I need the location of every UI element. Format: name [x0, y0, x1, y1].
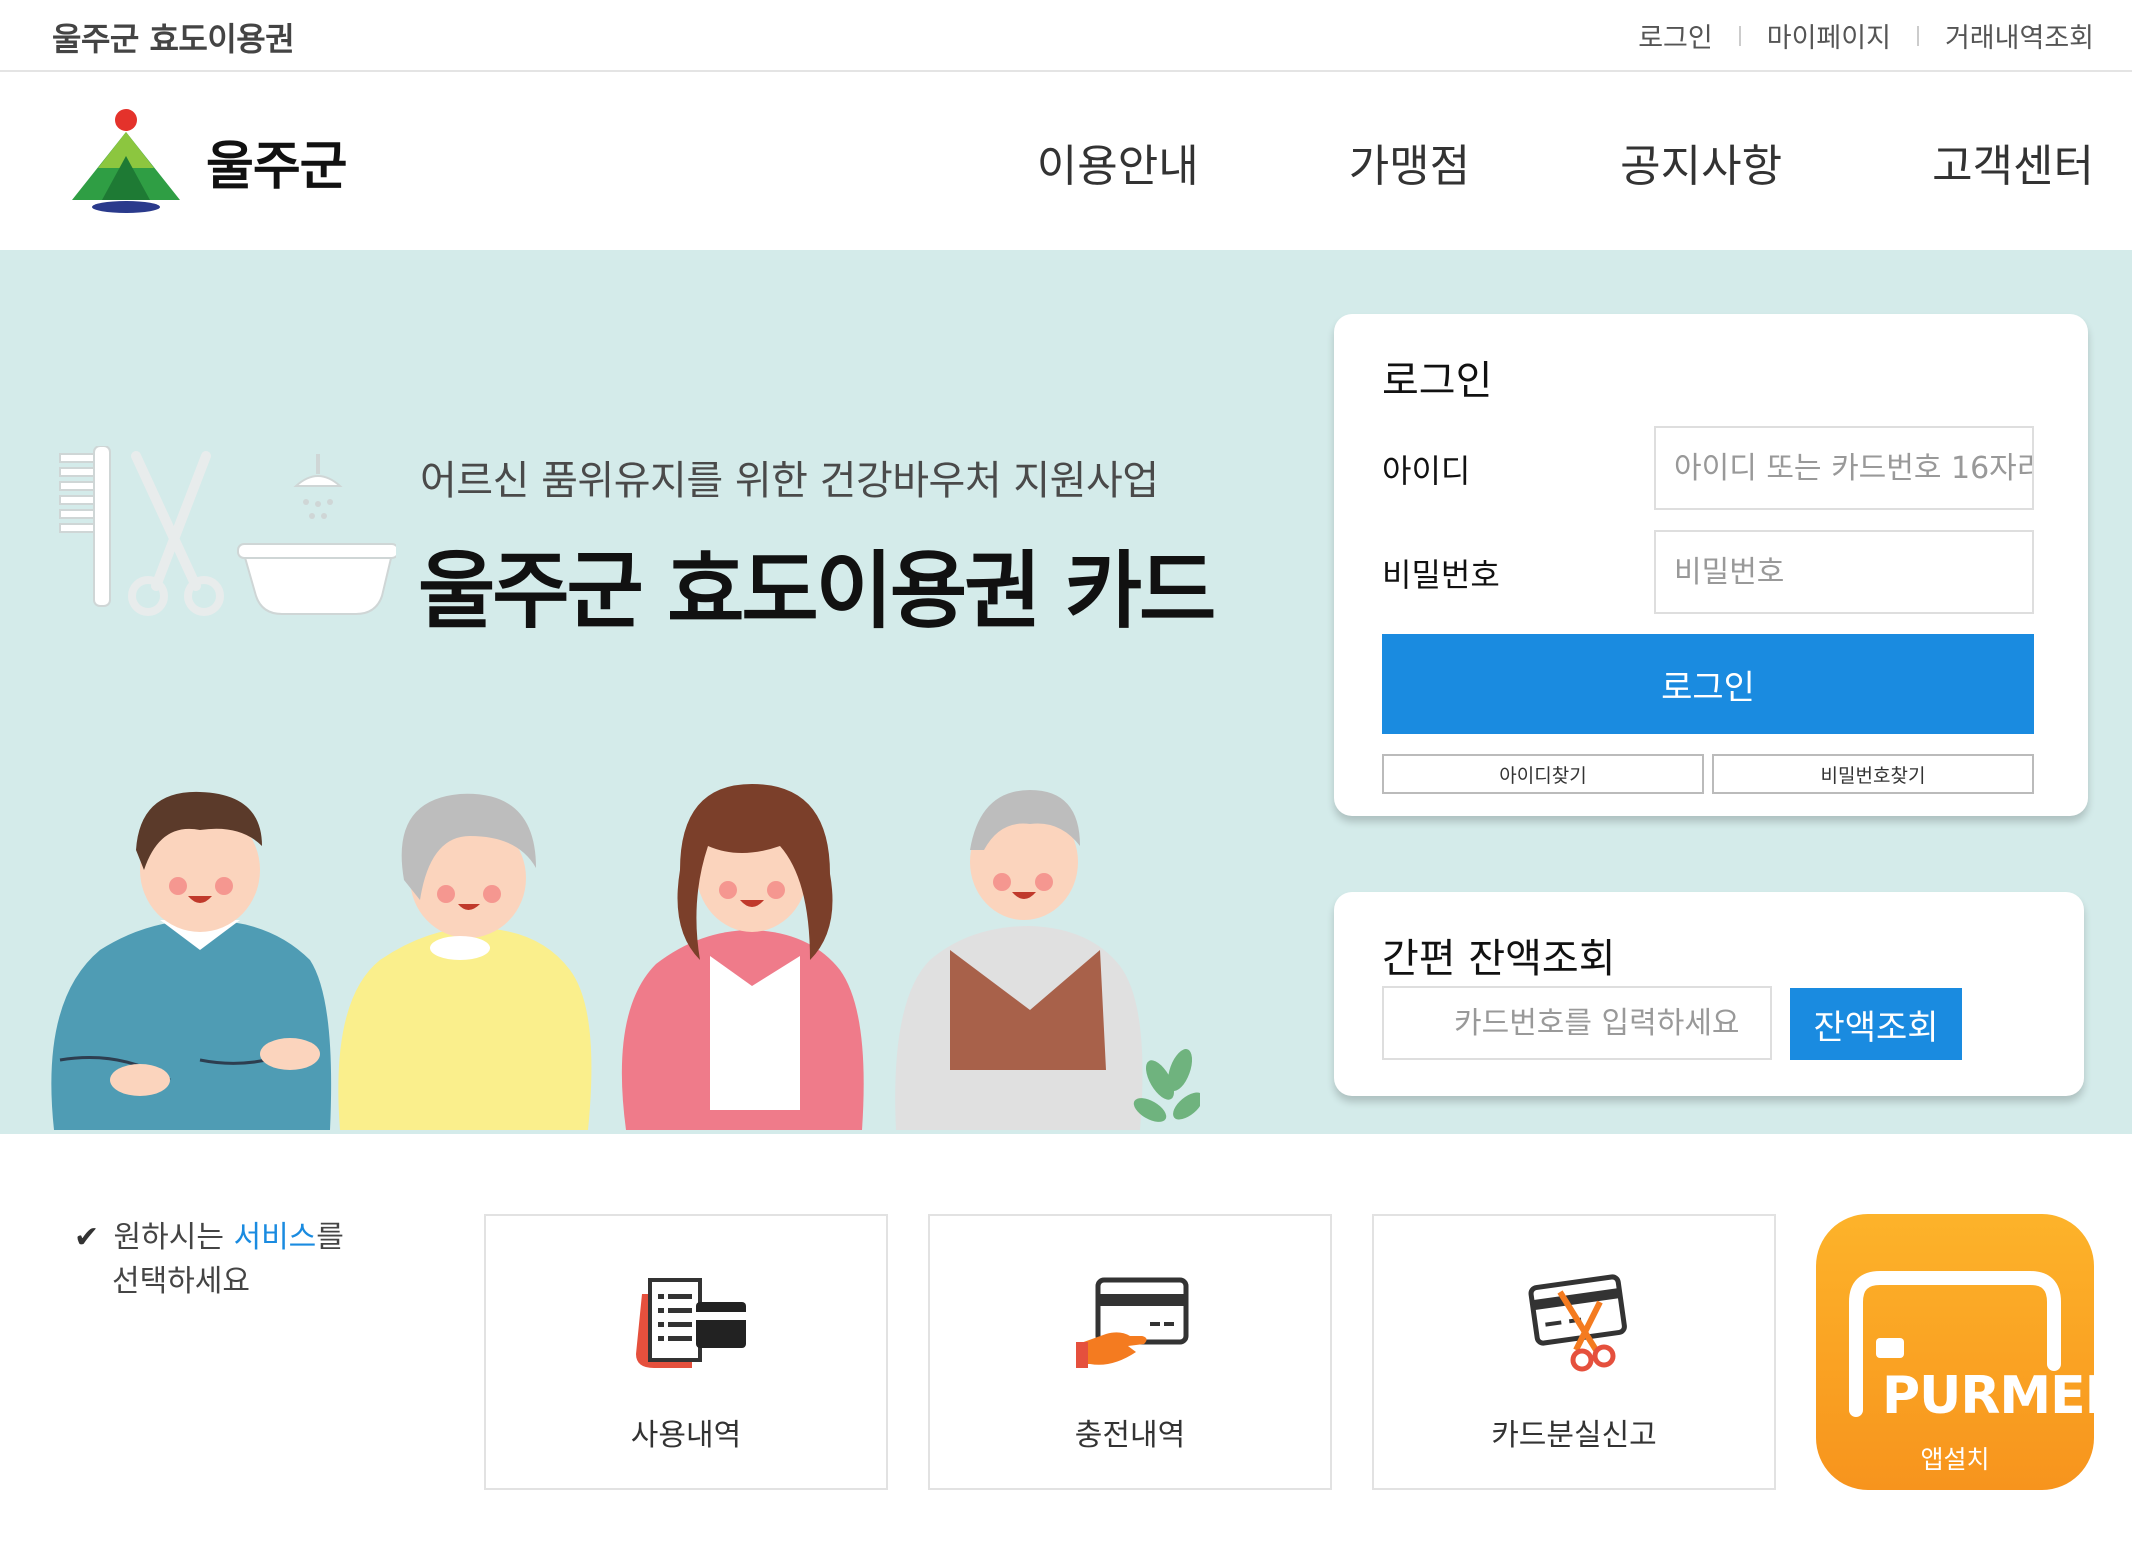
service-label: 사용내역 [630, 1418, 742, 1453]
nav-merchants[interactable]: 가맹점 [1349, 130, 1470, 194]
find-password-button[interactable]: 비밀번호찾기 [1712, 754, 2034, 794]
card-number-input[interactable] [1382, 986, 1772, 1060]
service-label: 카드분실신고 [1491, 1418, 1657, 1453]
divider [1916, 25, 1919, 46]
util-mypage-link[interactable]: 마이페이지 [1767, 16, 1891, 55]
balance-check-button[interactable]: 잔액조회 [1790, 988, 1962, 1060]
ulju-emblem-icon [72, 109, 180, 213]
login-button[interactable]: 로그인 [1382, 634, 2034, 734]
logo-text: 울주군 [206, 136, 348, 197]
balance-check-card: 간편 잔액조회 잔액조회 [1334, 892, 2084, 1096]
util-transactions-link[interactable]: 거래내역조회 [1945, 16, 2094, 55]
service-label: 충전내역 [1074, 1418, 1186, 1453]
service-prompt-text: 원하시는 [113, 1220, 234, 1255]
service-charge-history[interactable]: 충전내역 [928, 1214, 1332, 1490]
find-id-button[interactable]: 아이디찾기 [1382, 754, 1704, 794]
main-nav: 이용안내 가맹점 공지사항 고객센터 [1037, 130, 2094, 194]
password-label: 비밀번호 [1382, 556, 1500, 594]
nav-notices[interactable]: 공지사항 [1620, 130, 1782, 194]
service-lost-card-report[interactable]: 카드분실신고 [1372, 1214, 1776, 1490]
balance-title: 간편 잔액조회 [1382, 936, 1616, 982]
app-brand-text: PURMEE [1882, 1366, 2120, 1426]
nav-customer-center[interactable]: 고객센터 [1932, 130, 2094, 194]
hero-headline: 울주군 효도이용권 카드 [418, 542, 1216, 640]
usage-history-icon [636, 1278, 746, 1368]
seniors-illustration-icon [51, 784, 1200, 1130]
check-icon: ✔ [74, 1220, 100, 1255]
password-input[interactable] [1654, 530, 2034, 614]
hero-subtitle: 어르신 품위유지를 위한 건강바우처 지원사업 [420, 458, 1159, 504]
site-title[interactable]: 울주군 효도이용권 [52, 14, 295, 60]
top-utility-bar: 울주군 효도이용권 로그인 마이페이지 거래내역조회 [0, 0, 2132, 72]
lost-card-icon [1528, 1274, 1627, 1372]
id-label: 아이디 [1382, 452, 1471, 490]
service-prompt-suffix: 를 [316, 1220, 344, 1255]
service-highlight: 서비스 [233, 1220, 317, 1255]
divider [1738, 25, 1741, 46]
login-title: 로그인 [1382, 358, 1493, 404]
nav-guide[interactable]: 이용안내 [1037, 130, 1199, 194]
logo[interactable]: 울주군 [68, 108, 348, 214]
app-install-label: 앱설치 [1920, 1445, 1990, 1474]
service-usage-history[interactable]: 사용내역 [484, 1214, 888, 1490]
util-login-link[interactable]: 로그인 [1638, 16, 1713, 55]
purmee-app-install[interactable]: PURMEE 앱설치 [1816, 1214, 2120, 1490]
charge-history-icon [1076, 1277, 1189, 1368]
utility-links: 로그인 마이페이지 거래내역조회 [1638, 16, 2094, 55]
service-prompt: ✔ 원하시는 서비스를 선택하세요 [74, 1216, 344, 1304]
service-prompt-line2: 선택하세요 [112, 1264, 250, 1299]
main-header: 울주군 이용안내 가맹점 공지사항 고객센터 [0, 74, 2132, 250]
id-input[interactable] [1654, 426, 2034, 510]
barber-bath-tools-icon [59, 446, 396, 616]
login-card: 로그인 아이디 비밀번호 로그인 아이디찾기 비밀번호찾기 [1334, 314, 2088, 816]
